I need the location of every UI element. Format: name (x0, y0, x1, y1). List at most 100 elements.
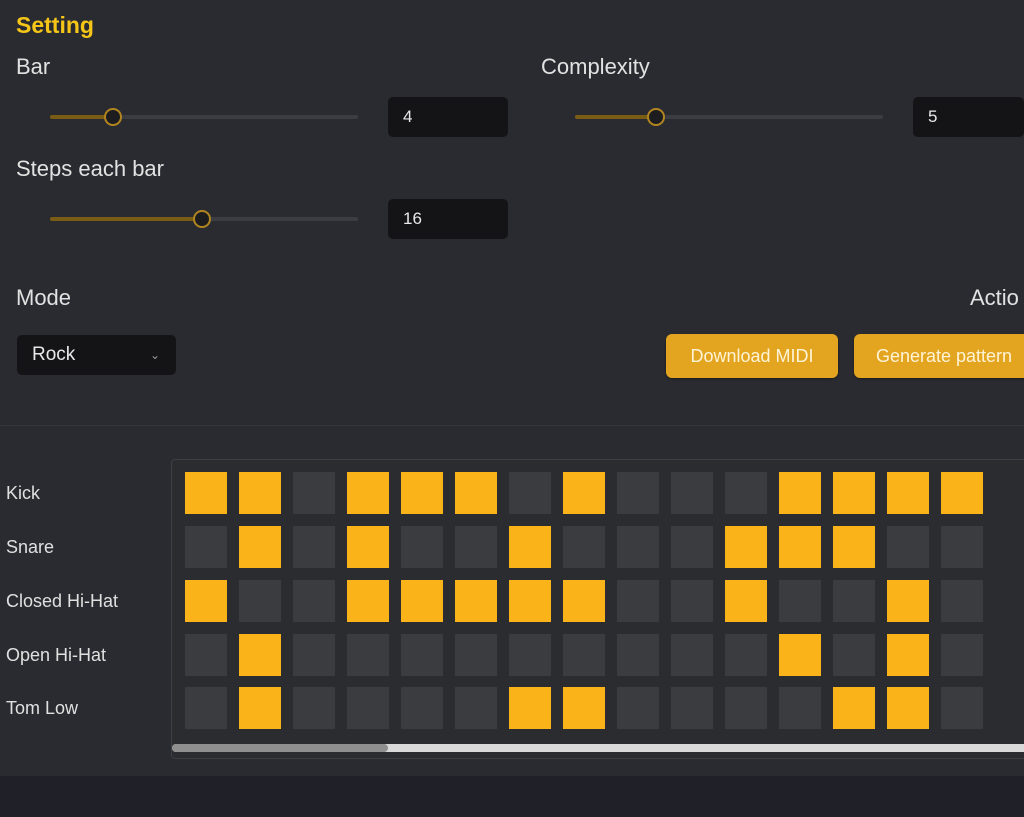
step-cell[interactable] (347, 526, 389, 568)
step-cell[interactable] (671, 472, 713, 514)
step-cell[interactable] (293, 526, 335, 568)
step-cell[interactable] (671, 526, 713, 568)
step-cell[interactable] (401, 526, 443, 568)
step-cell[interactable] (455, 526, 497, 568)
mode-select[interactable]: Rock ⌄ (17, 335, 176, 375)
step-cell[interactable] (347, 580, 389, 622)
step-cell[interactable] (617, 687, 659, 729)
complexity-input[interactable]: 5 (913, 97, 1024, 137)
track-label: Kick (6, 483, 41, 503)
step-cell[interactable] (401, 634, 443, 676)
step-cell[interactable] (509, 526, 551, 568)
step-cell[interactable] (941, 472, 983, 514)
step-cell[interactable] (563, 687, 605, 729)
steps-label: Steps each bar (16, 156, 164, 181)
bar-slider-thumb[interactable] (103, 108, 122, 126)
mode-select-value: Rock (32, 344, 76, 365)
step-cell[interactable] (239, 472, 281, 514)
step-cell[interactable] (725, 472, 767, 514)
step-cell[interactable] (833, 472, 875, 514)
step-cell[interactable] (455, 634, 497, 676)
step-cell[interactable] (833, 580, 875, 622)
steps-slider-thumb[interactable] (192, 210, 211, 228)
bar-label: Bar (16, 54, 51, 79)
step-cell[interactable] (347, 472, 389, 514)
step-cell[interactable] (563, 634, 605, 676)
step-cell[interactable] (887, 580, 929, 622)
step-cell[interactable] (941, 687, 983, 729)
bar-input[interactable]: 4 (388, 97, 508, 137)
step-cell[interactable] (725, 687, 767, 729)
step-cell[interactable] (509, 580, 551, 622)
step-cell[interactable] (833, 526, 875, 568)
step-cell[interactable] (563, 526, 605, 568)
step-cell[interactable] (563, 472, 605, 514)
step-cell[interactable] (725, 580, 767, 622)
download-midi-button[interactable]: Download MIDI (666, 334, 838, 378)
step-cell[interactable] (563, 580, 605, 622)
step-cell[interactable] (509, 634, 551, 676)
step-cell[interactable] (617, 472, 659, 514)
step-cell[interactable] (779, 472, 821, 514)
step-cell[interactable] (293, 472, 335, 514)
step-cell[interactable] (401, 687, 443, 729)
complexity-slider-thumb[interactable] (647, 108, 666, 126)
step-cell[interactable] (833, 634, 875, 676)
step-cell[interactable] (779, 634, 821, 676)
step-cell[interactable] (185, 472, 227, 514)
step-cell[interactable] (941, 526, 983, 568)
track-label: Closed Hi-Hat (6, 591, 119, 611)
step-cell[interactable] (779, 687, 821, 729)
step-cell[interactable] (671, 634, 713, 676)
step-cell[interactable] (779, 580, 821, 622)
grid-scrollbar-thumb[interactable] (172, 744, 388, 752)
step-cell[interactable] (725, 634, 767, 676)
step-cell[interactable] (401, 580, 443, 622)
bar-slider[interactable] (50, 107, 358, 127)
actions-label: Actio (970, 285, 1019, 310)
step-cell[interactable] (455, 472, 497, 514)
step-cell[interactable] (293, 687, 335, 729)
step-cell[interactable] (455, 580, 497, 622)
track-label: Snare (6, 537, 55, 557)
generate-pattern-button[interactable]: Generate pattern (854, 334, 1024, 378)
footer-bar (0, 776, 1024, 817)
step-cell[interactable] (239, 634, 281, 676)
step-cell[interactable] (455, 687, 497, 729)
step-cell[interactable] (671, 580, 713, 622)
step-cell[interactable] (509, 687, 551, 729)
track-label: Tom Low (6, 698, 79, 718)
step-cell[interactable] (833, 687, 875, 729)
step-cell[interactable] (293, 634, 335, 676)
step-cell[interactable] (347, 634, 389, 676)
step-cell[interactable] (185, 634, 227, 676)
track-label: Open Hi-Hat (6, 645, 107, 665)
step-cell[interactable] (671, 687, 713, 729)
steps-slider[interactable] (50, 209, 358, 229)
step-cell[interactable] (617, 526, 659, 568)
step-cell[interactable] (941, 580, 983, 622)
step-cell[interactable] (239, 580, 281, 622)
step-cell[interactable] (239, 526, 281, 568)
steps-input[interactable]: 16 (388, 199, 508, 239)
complexity-label: Complexity (541, 54, 650, 79)
step-cell[interactable] (617, 580, 659, 622)
step-cell[interactable] (185, 580, 227, 622)
step-cell[interactable] (293, 580, 335, 622)
step-cell[interactable] (239, 687, 281, 729)
step-cell[interactable] (617, 634, 659, 676)
step-cell[interactable] (401, 472, 443, 514)
step-cell[interactable] (887, 687, 929, 729)
step-cell[interactable] (725, 526, 767, 568)
step-cell[interactable] (185, 687, 227, 729)
step-cell[interactable] (347, 687, 389, 729)
step-cell[interactable] (941, 634, 983, 676)
step-cell[interactable] (779, 526, 821, 568)
step-cell[interactable] (887, 634, 929, 676)
step-cell[interactable] (887, 526, 929, 568)
complexity-slider[interactable] (575, 107, 883, 127)
step-cell[interactable] (509, 472, 551, 514)
step-cell[interactable] (185, 526, 227, 568)
chevron-down-icon: ⌄ (149, 348, 160, 362)
step-cell[interactable] (887, 472, 929, 514)
